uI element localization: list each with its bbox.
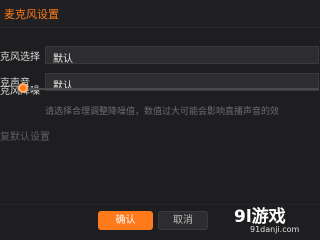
watermark-main-text: 9l游戏 bbox=[234, 207, 286, 227]
mic-select-value: 默认 bbox=[53, 54, 73, 65]
noise-reduction-slider-thumb[interactable] bbox=[18, 83, 28, 93]
restore-default-link[interactable]: 复默认设置 bbox=[0, 128, 50, 143]
mic-select-label: 克风选择 bbox=[0, 52, 40, 63]
title-bar: 麦克风设置 bbox=[0, 0, 319, 28]
cancel-button[interactable]: 取消 bbox=[158, 211, 208, 230]
dialog-title: 麦克风设置 bbox=[4, 8, 59, 21]
watermark-logo: 9l游戏 91danji.com bbox=[224, 196, 319, 240]
noise-reduction-hint: 请选择合理调整降噪值，数值过大可能会影响直播声音的效 bbox=[45, 107, 280, 117]
confirm-button[interactable]: 确认 bbox=[98, 211, 153, 230]
watermark-sub-text: 91danji.com bbox=[250, 225, 300, 234]
mic-select-dropdown[interactable]: 默认 bbox=[45, 46, 319, 65]
title-divider bbox=[0, 27, 319, 28]
mic-settings-dialog: 麦克风设置 克风选择 默认 克声音 默认 克风降噪 请选择合理调整降噪值，数值过… bbox=[0, 0, 319, 240]
noise-reduction-slider-track[interactable] bbox=[24, 88, 319, 90]
